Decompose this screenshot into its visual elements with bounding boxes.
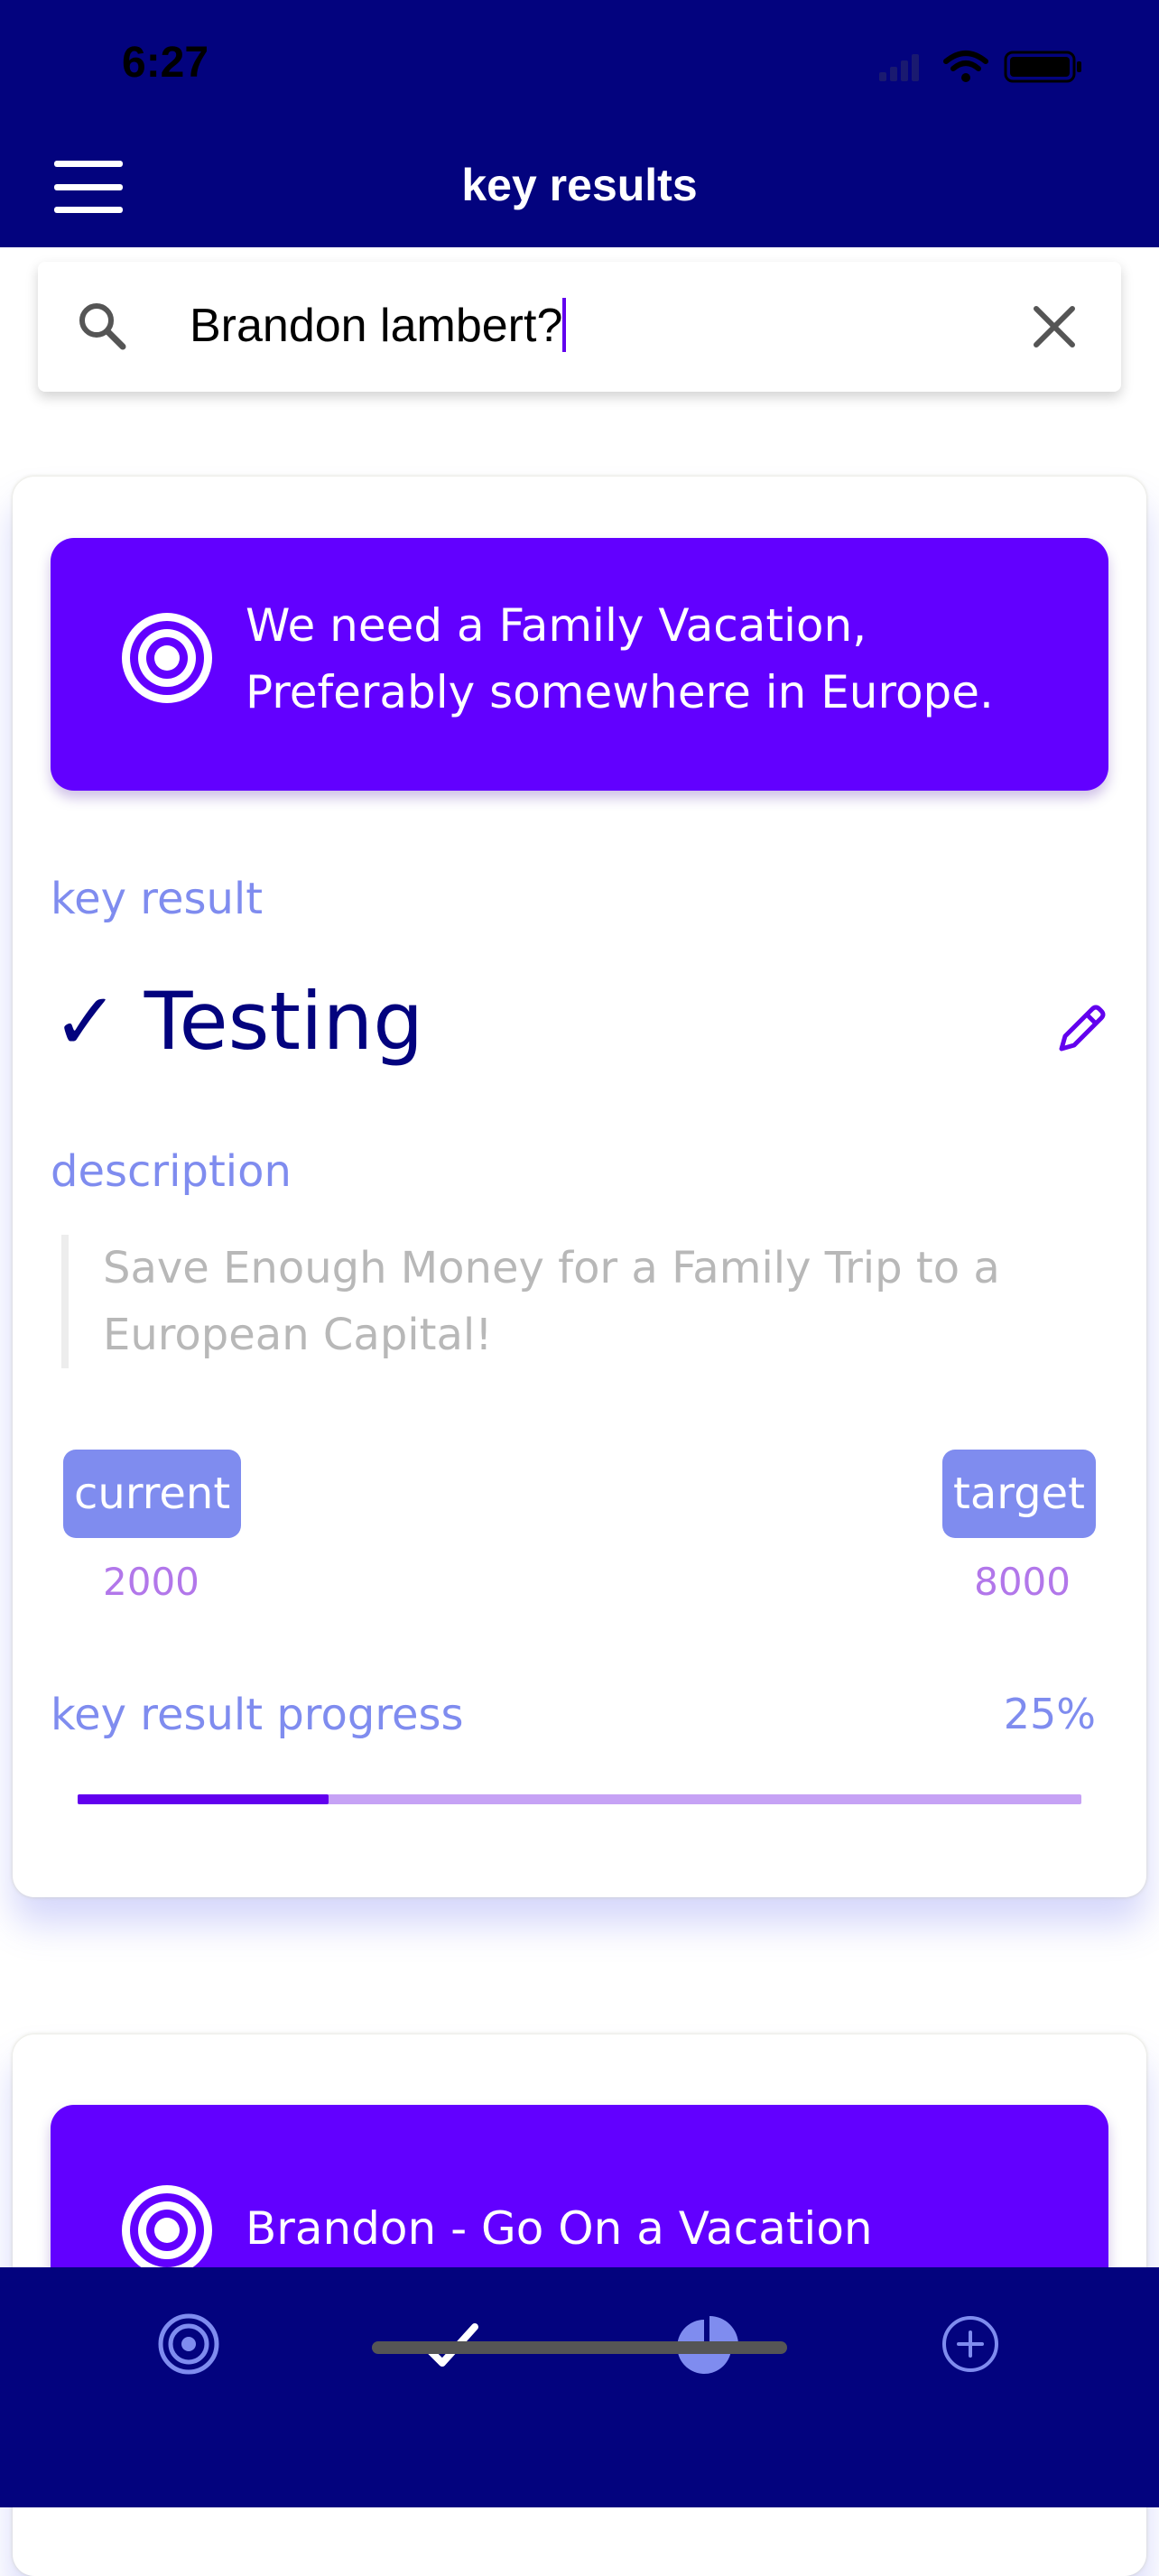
- objective-text: Brandon - Go On a Vacation: [246, 2202, 873, 2255]
- search-input-value: Brandon lambert?: [190, 300, 563, 352]
- target-icon: [158, 2313, 219, 2375]
- key-result-card[interactable]: We need a Family Vacation, Preferably so…: [13, 477, 1146, 1897]
- add-circle-icon: [942, 2316, 998, 2372]
- nav-add[interactable]: [939, 2312, 1002, 2379]
- status-time: 6:27: [122, 39, 209, 87]
- bottom-nav: [0, 2267, 1159, 2507]
- app-header: key results: [0, 126, 1159, 247]
- description-text: Save Enough Money for a Family Trip to a…: [61, 1235, 1078, 1368]
- battery-icon: [1004, 51, 1081, 83]
- pencil-icon[interactable]: [1052, 1000, 1110, 1058]
- target-value: 8000: [974, 1560, 1071, 1604]
- nav-objectives[interactable]: [157, 2312, 220, 2379]
- search-icon: [79, 303, 126, 350]
- key-result-label: key result: [51, 874, 264, 924]
- objective-banner: We need a Family Vacation, Preferably so…: [51, 538, 1108, 791]
- status-bar: 6:27: [0, 0, 1159, 126]
- objective-text: We need a Family Vacation, Preferably so…: [246, 599, 994, 718]
- signal-icon: [879, 54, 919, 81]
- description-label: description: [51, 1146, 292, 1197]
- close-icon[interactable]: [1027, 300, 1081, 354]
- status-icons: [879, 47, 1087, 90]
- text-caret: [562, 298, 567, 352]
- search-input[interactable]: Brandon lambert?: [190, 298, 567, 353]
- wifi-icon: [943, 51, 988, 82]
- search-bar[interactable]: Brandon lambert?: [38, 262, 1121, 392]
- current-badge: current: [63, 1450, 242, 1538]
- home-indicator: [372, 2341, 787, 2354]
- key-result-title: ✓ Testing: [52, 975, 424, 1068]
- target-icon: [122, 613, 212, 703]
- progress-bar: [78, 1794, 1081, 1804]
- target-badge: target: [942, 1450, 1096, 1538]
- progress-bar-fill: [78, 1794, 329, 1804]
- progress-percent: 25%: [1003, 1690, 1096, 1738]
- page-title: key results: [461, 160, 698, 210]
- target-icon: [122, 2185, 212, 2275]
- progress-label: key result progress: [51, 1690, 464, 1740]
- current-value: 2000: [103, 1560, 199, 1604]
